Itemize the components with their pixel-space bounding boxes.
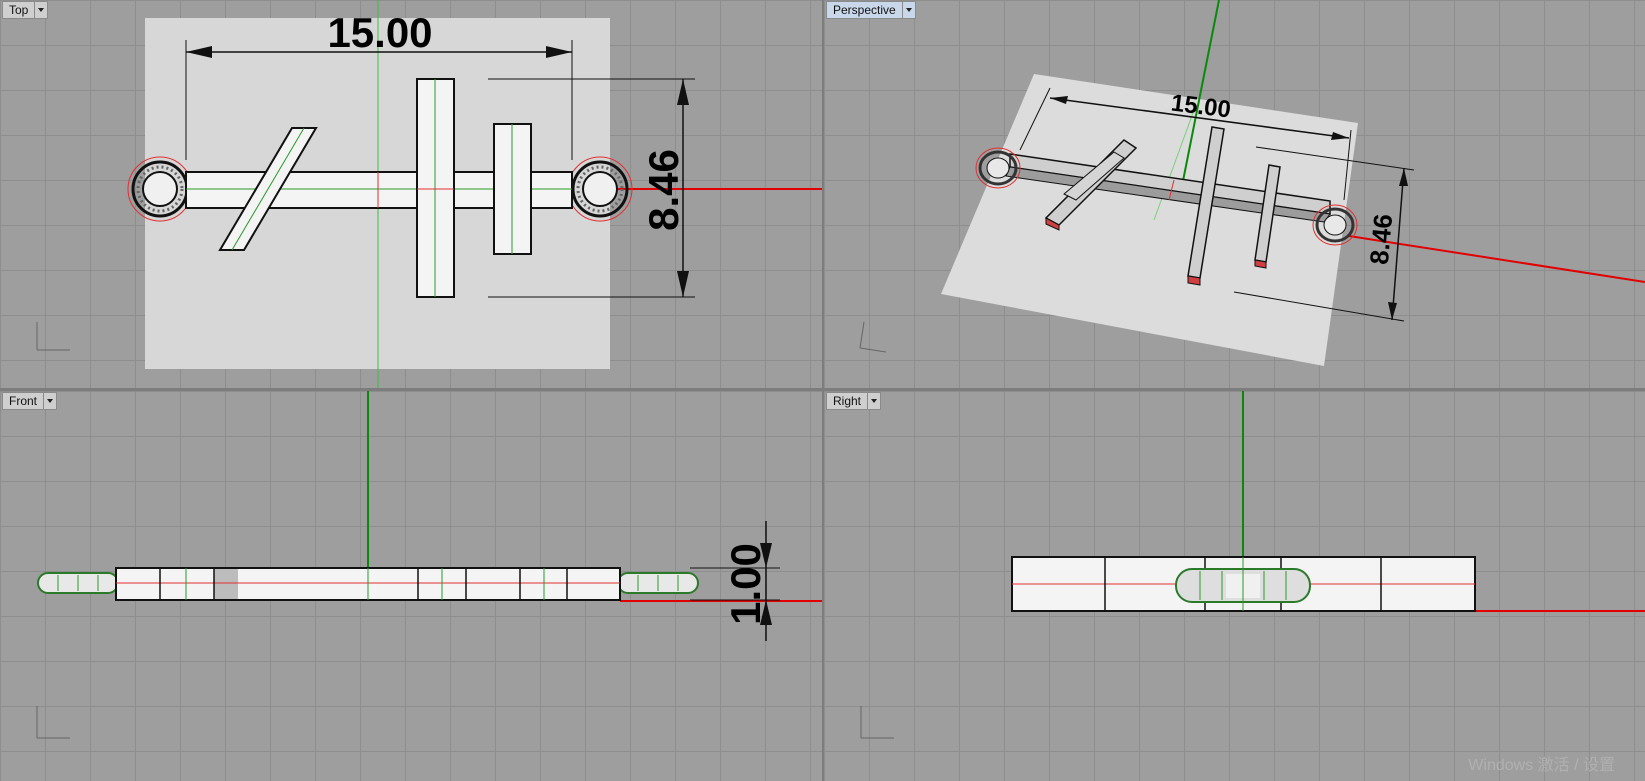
windows-watermark: Windows 激活 / 设置 (1468, 757, 1615, 774)
top-view-canvas: 15.00 8.46 (36, 0, 822, 388)
right-view-canvas (860, 391, 1645, 739)
viewport-tab-perspective[interactable]: Perspective (826, 1, 916, 19)
axis-indicator-icon (859, 321, 887, 353)
viewport-grid: Top 15.00 8.46 Perspective 15.00 8.46 Fr… (0, 0, 1645, 781)
axis-indicator-icon (36, 322, 70, 351)
viewport-label-top: Top (9, 3, 29, 17)
construction-plane (941, 74, 1358, 366)
ring-left[interactable] (37, 572, 119, 594)
dimension-thickness-text: 1.00 (722, 543, 769, 625)
viewport-label-right: Right (833, 394, 862, 408)
viewport-right[interactable]: Right Windows 激活 / 设置 (824, 391, 1645, 781)
axis-indicator-icon (860, 706, 894, 739)
dimension-length-text: 15.00 (327, 9, 432, 56)
viewport-perspective[interactable]: Perspective 15.00 8.46 (824, 0, 1645, 388)
dimension-thickness-front[interactable]: 1.00 (690, 521, 780, 641)
viewport-label-perspective: Perspective (833, 3, 896, 17)
dimension-width-text: 8.46 (1364, 213, 1398, 266)
viewport-tab-front[interactable]: Front (2, 392, 58, 410)
ring-right[interactable] (617, 572, 699, 594)
dropdown-arrow-icon[interactable] (867, 393, 880, 409)
viewport-tab-right[interactable]: Right (826, 392, 882, 410)
viewport-tab-top[interactable]: Top (2, 1, 49, 19)
dropdown-arrow-icon[interactable] (901, 2, 915, 18)
viewport-front[interactable]: Front 1.00 (0, 391, 822, 781)
dropdown-arrow-icon[interactable] (43, 393, 56, 409)
viewport-top[interactable]: Top 15.00 8.46 (0, 0, 822, 388)
viewport-label-front: Front (9, 394, 38, 408)
axis-indicator-icon (36, 706, 70, 739)
perspective-view-canvas: 15.00 8.46 (859, 0, 1645, 366)
dimension-width-text: 8.46 (640, 149, 687, 231)
front-view-canvas: 1.00 (36, 391, 822, 739)
dropdown-arrow-icon[interactable] (34, 2, 47, 18)
